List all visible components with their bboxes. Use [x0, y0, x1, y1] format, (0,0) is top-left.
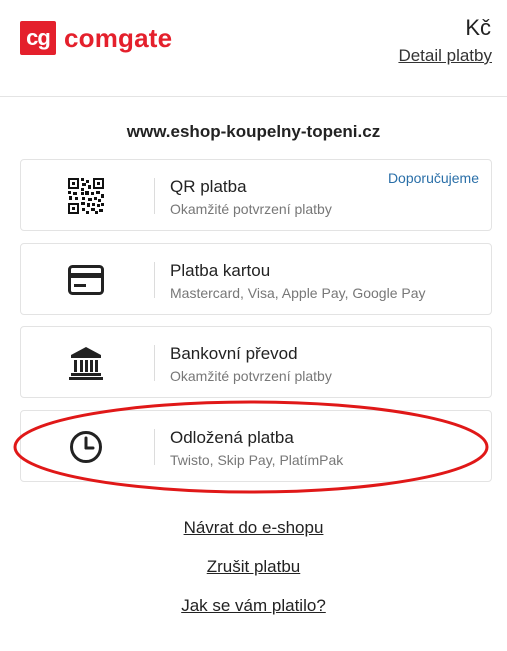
payment-method-deferred[interactable]: Odložená platba Twisto, Skip Pay, Platím… — [20, 410, 492, 482]
payment-detail-link[interactable]: Detail platby — [398, 46, 492, 66]
method-title: Platba kartou — [170, 261, 271, 280]
method-title: QR platba — [170, 177, 247, 196]
header: cg comgate Kč Detail platby — [0, 0, 507, 97]
method-subtitle: Okamžité potvrzení platby — [170, 368, 332, 384]
method-title: Odložená platba — [170, 428, 294, 447]
logo-mark: cg — [20, 21, 56, 55]
divider — [154, 429, 155, 465]
cancel-payment-link-row: Zrušit platbu — [0, 557, 507, 577]
comgate-logo: cg comgate — [20, 21, 172, 55]
feedback-link-row: Jak se vám platilo? — [0, 596, 507, 616]
eshop-title: www.eshop-koupelny-topeni.cz — [126, 122, 381, 141]
divider — [154, 178, 155, 214]
credit-card-icon — [67, 261, 105, 299]
qr-code-icon — [67, 177, 105, 215]
divider — [154, 262, 155, 298]
method-title: Bankovní převod — [170, 344, 298, 363]
currency-label: Kč — [465, 15, 491, 40]
payment-method-bank-transfer[interactable]: Bankovní převod Okamžité potvrzení platb… — [20, 326, 492, 398]
logo-text: comgate — [64, 22, 173, 53]
method-subtitle: Twisto, Skip Pay, PlatímPak — [170, 452, 344, 468]
payment-method-card[interactable]: Platba kartou Mastercard, Visa, Apple Pa… — [20, 243, 492, 315]
feedback-link[interactable]: Jak se vám platilo? — [181, 596, 326, 615]
divider — [154, 345, 155, 381]
method-subtitle: Okamžité potvrzení platby — [170, 201, 332, 217]
back-to-eshop-link[interactable]: Návrat do e-shopu — [184, 518, 324, 537]
method-subtitle: Mastercard, Visa, Apple Pay, Google Pay — [170, 285, 426, 301]
clock-icon — [67, 428, 105, 466]
payment-method-qr[interactable]: QR platba Okamžité potvrzení platby Dopo… — [20, 159, 492, 231]
recommended-badge: Doporučujeme — [387, 170, 479, 186]
bank-icon — [67, 344, 105, 382]
cancel-payment-link[interactable]: Zrušit platbu — [207, 557, 301, 576]
back-to-eshop-link-row: Návrat do e-shopu — [0, 518, 507, 538]
